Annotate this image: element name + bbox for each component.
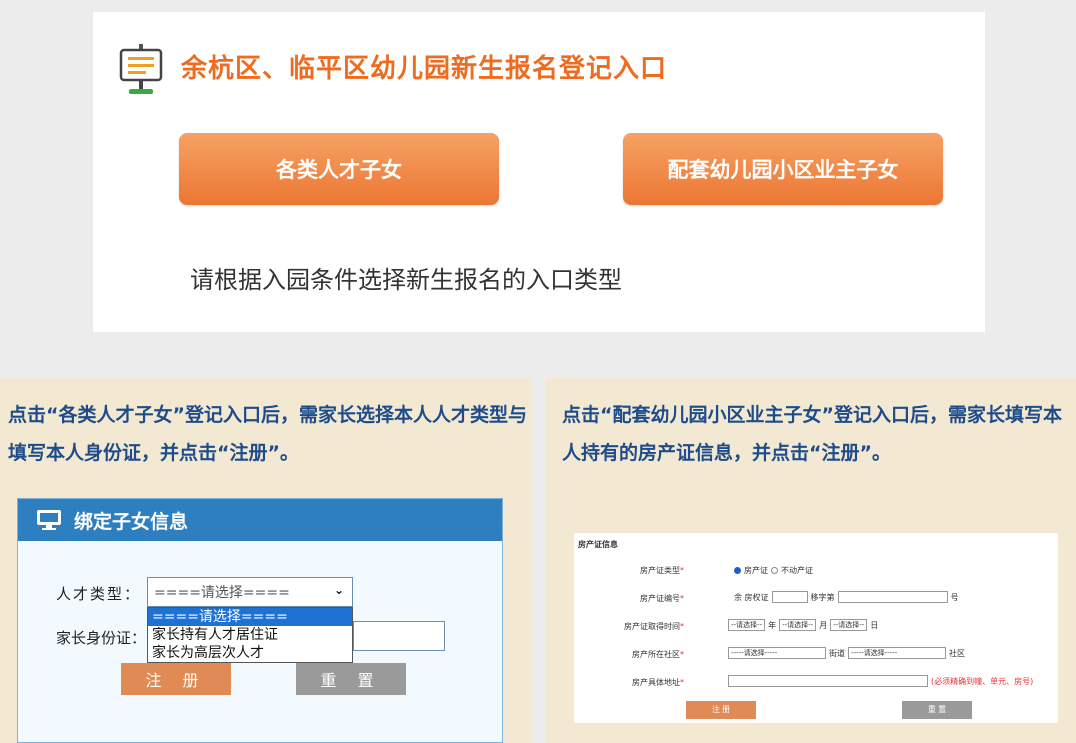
portal-card: 余杭区、临平区幼儿园新生报名登记入口 各类人才子女 配套幼儿园小区业主子女 请根… (93, 12, 985, 332)
community-field: -----请选择----- 街道 -----请选择----- 社区 (728, 647, 965, 659)
cert-number-label: 房产证编号* (640, 594, 684, 603)
cert-type-radio-2[interactable] (771, 567, 778, 574)
monitor-icon (37, 510, 61, 530)
community-instructions-text: 点击“配套幼儿园小区业主子女”登记入口后，需家长填写本人持有的房产证信息，并点击… (562, 404, 1062, 464)
property-reset-button[interactable]: 重 置 (902, 701, 972, 719)
day-label: 日 (870, 620, 879, 630)
cert-number-field: 余 房权证 移字第 号 (734, 591, 959, 603)
parent-id-label: 家长身份证： (56, 629, 147, 647)
dropdown-option[interactable]: 家长持有人才居住证 (148, 626, 352, 644)
cert-date-field: --请选择-- 年 --请选择-- 月 --请选择-- 日 (728, 619, 878, 631)
address-note: (必须精确到幢、单元、房号) (931, 676, 1034, 686)
year-select[interactable]: --请选择-- (728, 619, 766, 631)
cert-number-input-1[interactable] (771, 591, 808, 603)
notice-board-icon (119, 44, 163, 94)
entry-hint-text: 请根据入园条件选择新生报名的入口类型 (190, 266, 622, 294)
month-label: 月 (819, 620, 828, 630)
community-label: 房产所在社区* (632, 650, 684, 659)
cert-suffix: 号 (950, 592, 959, 602)
cert-prefix: 余 房权证 (734, 592, 769, 602)
cert-mid: 移字第 (810, 592, 835, 602)
community-suffix: 社区 (949, 648, 965, 658)
cert-date-label: 房产证取得时间* (624, 622, 684, 631)
chevron-down-icon: ⌄ (333, 583, 344, 597)
portal-title: 余杭区、临平区幼儿园新生报名登记入口 (181, 54, 668, 84)
talent-type-select[interactable]: ====请选择==== ⌄ (147, 577, 353, 607)
day-select[interactable]: --请选择-- (830, 619, 868, 631)
property-form: 房产证信息 房产证类型* 房产证 不动产证 房产证编号* 余 房权证 移字第 号… (574, 533, 1058, 723)
property-register-button[interactable]: 注 册 (686, 701, 756, 719)
cert-type-field: 房产证 不动产证 (734, 565, 813, 576)
community-owner-children-button[interactable]: 配套幼儿园小区业主子女 (623, 133, 943, 205)
address-input[interactable] (728, 675, 928, 687)
street-select[interactable]: -----请选择----- (728, 647, 826, 659)
reset-button[interactable]: 重 置 (296, 663, 406, 695)
talent-instructions-panel: 点击“各类人才子女”登记入口后，需家长选择本人人才类型与填写本人身份证，并点击“… (0, 378, 532, 743)
address-field: (必须精确到幢、单元、房号) (728, 675, 1033, 687)
property-form-title: 房产证信息 (578, 540, 618, 549)
cert-type-radio-1[interactable] (734, 567, 741, 574)
bind-child-title: 绑定子女信息 (74, 510, 189, 533)
cert-type-option-1: 房产证 (744, 566, 768, 575)
year-label: 年 (768, 620, 777, 630)
talent-type-dropdown: ====请选择==== 家长持有人才居住证 家长为高层次人才 (147, 607, 353, 663)
month-select[interactable]: --请选择-- (779, 619, 817, 631)
dropdown-option[interactable]: 家长为高层次人才 (148, 644, 352, 662)
bind-child-header: 绑定子女信息 (18, 499, 502, 541)
dropdown-option[interactable]: ====请选择==== (148, 608, 352, 626)
talent-children-button[interactable]: 各类人才子女 (179, 133, 499, 205)
bind-child-form: 绑定子女信息 人才类型： ====请选择==== ⌄ ====请选择==== 家… (17, 498, 503, 743)
address-label: 房产具体地址* (632, 678, 684, 687)
community-instructions-panel: 点击“配套幼儿园小区业主子女”登记入口后，需家长填写本人持有的房产证信息，并点击… (546, 378, 1076, 743)
parent-id-input[interactable] (353, 621, 445, 651)
street-label: 街道 (829, 648, 845, 658)
cert-type-option-2: 不动产证 (781, 566, 813, 575)
talent-type-selected: ====请选择==== (154, 585, 290, 601)
register-button[interactable]: 注 册 (121, 663, 231, 695)
talent-instructions-text: 点击“各类人才子女”登记入口后，需家长选择本人人才类型与填写本人身份证，并点击“… (8, 404, 527, 464)
talent-type-label: 人才类型： (56, 585, 142, 603)
community-select[interactable]: -----请选择----- (848, 647, 946, 659)
cert-number-input-2[interactable] (837, 591, 948, 603)
cert-type-label: 房产证类型* (640, 566, 684, 575)
